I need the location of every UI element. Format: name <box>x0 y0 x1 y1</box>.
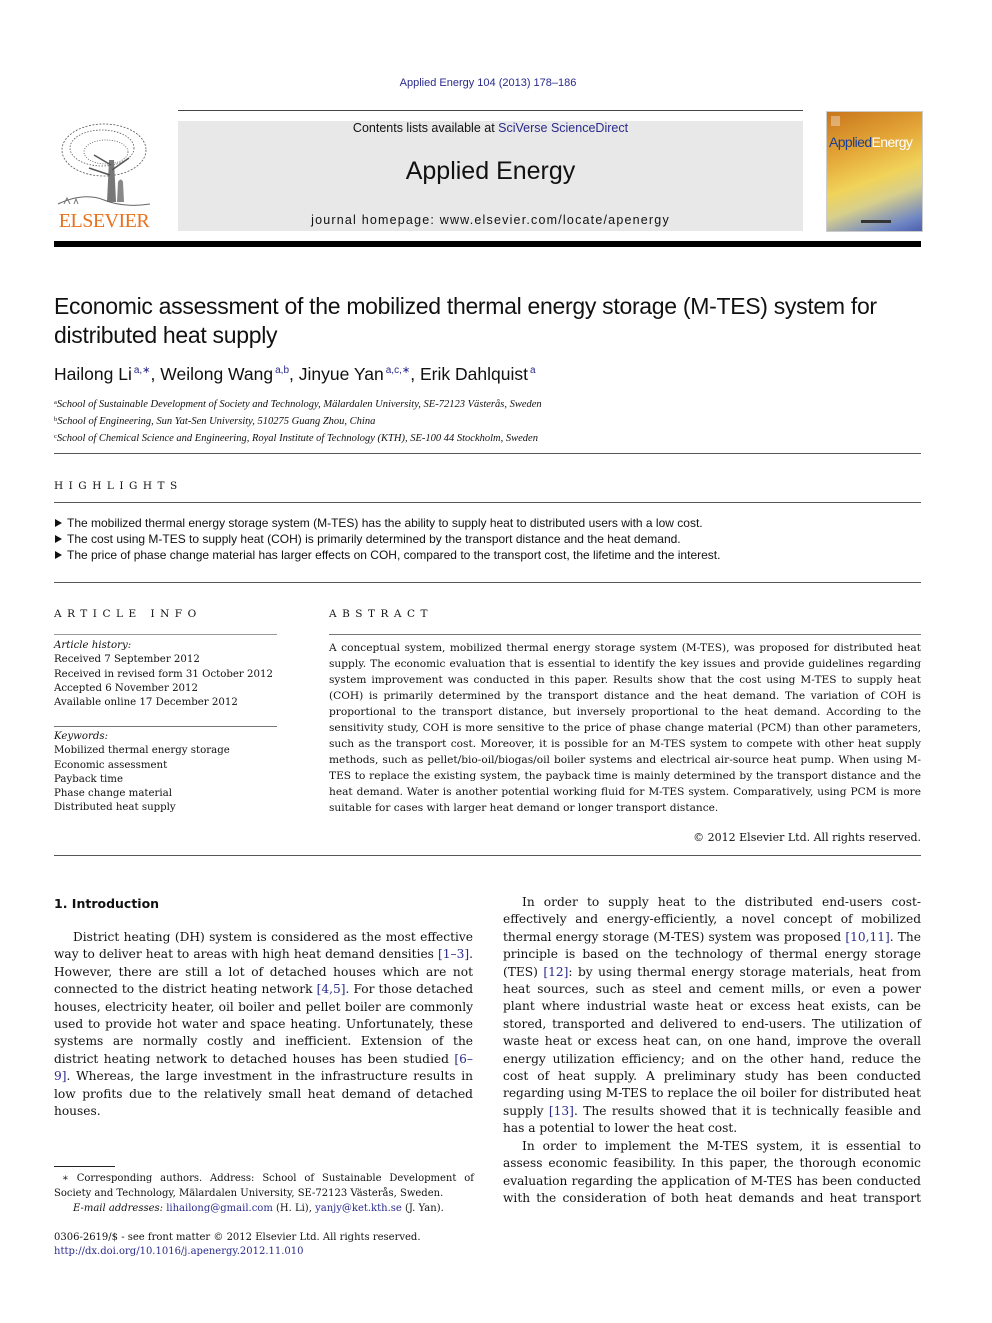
keyword: Economic assessment <box>54 759 168 771</box>
highlight-item: The cost using M-TES to supply heat (COH… <box>54 531 924 547</box>
section-rule <box>54 855 921 856</box>
journal-title: Applied Energy <box>405 157 576 185</box>
email-link[interactable]: yanjy@ket.kth.se <box>315 1203 402 1214</box>
keywords-label: Keywords: <box>54 731 109 742</box>
highlights-heading: HIGHLIGHTS <box>54 480 183 492</box>
corresponding-author-footnote: ∗ Corresponding authors. Address: School… <box>54 1173 474 1214</box>
keyword: Phase change material <box>54 788 172 800</box>
keyword: Distributed heat supply <box>54 802 176 814</box>
tree-logo-icon <box>57 123 151 206</box>
reference-link[interactable]: [6–9] <box>54 1052 473 1083</box>
keywords: Keywords: Mobilized thermal energy stora… <box>54 730 284 816</box>
article-history: Article history: Received 7 September 20… <box>54 639 284 710</box>
cover-logo-icon <box>831 116 840 126</box>
journal-citation-link[interactable]: Applied Energy 104 (2013) 178–186 <box>0 77 976 89</box>
reference-link[interactable]: [12] <box>543 965 568 979</box>
intro-column-right: In order to supply heat to the distribut… <box>503 894 921 1207</box>
abstract-copyright: © 2012 Elsevier Ltd. All rights reserved… <box>693 831 921 844</box>
doi-link[interactable]: http://dx.doi.org/10.1016/j.apenergy.201… <box>54 1246 304 1257</box>
intro-paragraph: In order to supply heat to the distribut… <box>503 895 921 1136</box>
triangle-bullet-icon <box>55 551 62 559</box>
abstract-body: A conceptual system, mobilized thermal e… <box>329 642 921 814</box>
highlight-item: The mobilized thermal energy storage sys… <box>54 515 924 531</box>
affiliation: cSchool of Chemical Science and Engineer… <box>54 433 538 444</box>
front-matter: 0306-2619/$ - see front matter © 2012 El… <box>54 1231 421 1259</box>
footnote-rule <box>54 1166 115 1167</box>
cover-title: AppliedEnergy <box>829 134 913 150</box>
triangle-bullet-icon <box>55 519 62 527</box>
highlights-list: The mobilized thermal energy storage sys… <box>54 515 924 563</box>
article-info-rule <box>54 634 277 635</box>
author[interactable]: Hailong Li a,∗ <box>54 364 151 384</box>
elsevier-wordmark: ELSEVIER <box>58 210 150 232</box>
abstract-rule <box>329 634 921 635</box>
email-link[interactable]: lihailong@gmail.com <box>166 1203 273 1214</box>
reference-link[interactable]: [1–3] <box>438 947 469 961</box>
intro-paragraph: District heating (DH) system is consider… <box>54 930 474 1119</box>
abstract-heading: ABSTRACT <box>329 608 434 620</box>
introduction-heading: 1. Introduction <box>54 896 160 911</box>
keyword: Mobilized thermal energy storage <box>54 745 230 757</box>
article-info-heading: ARTICLE INFO <box>54 608 202 620</box>
author[interactable]: Jinyue Yan a,c,∗ <box>299 364 410 384</box>
affiliation: bSchool of Engineering, Sun Yat-Sen Univ… <box>54 416 376 427</box>
reference-link[interactable]: [13] <box>549 1104 574 1118</box>
section-rule <box>54 582 921 583</box>
cover-footer-bar <box>861 220 891 223</box>
triangle-bullet-icon <box>55 535 62 543</box>
affiliations: aSchool of Sustainable Development of So… <box>54 395 542 446</box>
email-addresses: E-mail addresses: lihailong@gmail.com (H… <box>73 1203 444 1214</box>
intro-paragraph: In order to implement the M-TES system, … <box>503 1138 921 1205</box>
keywords-rule <box>54 726 277 727</box>
journal-homepage[interactable]: journal homepage: www.elsevier.com/locat… <box>178 213 803 227</box>
header-rule <box>178 110 803 111</box>
history-item: Received in revised form 31 October 2012 <box>54 668 273 680</box>
affiliation: aSchool of Sustainable Development of So… <box>54 399 542 410</box>
journal-cover-thumbnail: AppliedEnergy <box>826 111 923 232</box>
header-thick-rule <box>54 241 921 247</box>
journal-banner: Contents lists available at SciVerse Sci… <box>178 121 803 231</box>
author-list: Hailong Li a,∗, Weilong Wang a,b, Jinyue Y… <box>54 364 536 384</box>
reference-link[interactable]: [10,11] <box>845 930 889 944</box>
highlight-item: The price of phase change material has l… <box>54 547 924 563</box>
issn-statement: 0306-2619/$ - see front matter © 2012 El… <box>54 1232 421 1243</box>
author[interactable]: Erik Dahlquist a <box>420 364 536 384</box>
history-item: Received 7 September 2012 <box>54 654 200 666</box>
section-rule <box>54 453 921 454</box>
reference-link[interactable]: [4,5] <box>317 982 346 996</box>
author[interactable]: Weilong Wang a,b <box>160 364 289 384</box>
article-title: Economic assessment of the mobilized the… <box>54 293 877 348</box>
intro-column-left: District heating (DH) system is consider… <box>54 929 473 1120</box>
elsevier-logo: ELSEVIER <box>54 120 154 232</box>
history-item: Accepted 6 November 2012 <box>54 682 198 694</box>
keyword: Payback time <box>54 773 123 785</box>
highlights-rule <box>54 502 921 503</box>
article-history-label: Article history: <box>54 640 132 651</box>
contents-availability: Contents lists available at SciVerse Sci… <box>352 121 629 135</box>
history-item: Available online 17 December 2012 <box>54 697 238 709</box>
sciencedirect-link[interactable]: SciVerse ScienceDirect <box>498 121 628 135</box>
